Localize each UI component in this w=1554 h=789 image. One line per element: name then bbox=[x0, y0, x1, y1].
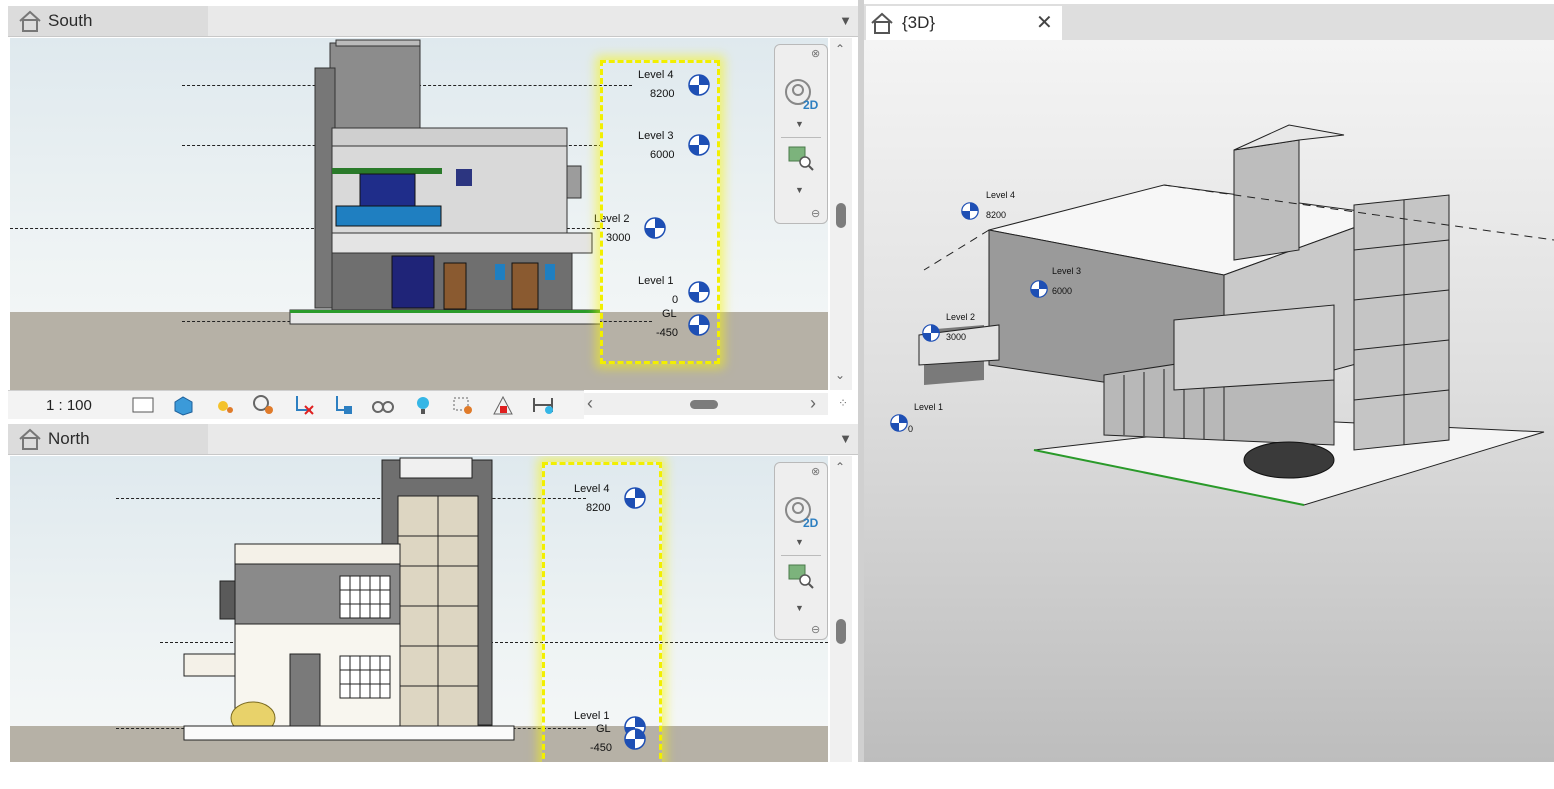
north-elevation-canvas[interactable]: Level 4 8200 Level 1 GL -450 ⊗ 2D ▼ ▼ ⊖ bbox=[10, 456, 828, 762]
south-view-titlebar[interactable]: South ▼ bbox=[8, 6, 858, 37]
3d-level-2-value: 3000 bbox=[946, 332, 967, 342]
south-elevation-canvas[interactable]: Level 4 8200 Level 3 6000 Level 2 3000 L… bbox=[10, 38, 828, 390]
chevron-down-icon[interactable]: ▼ bbox=[795, 119, 804, 129]
navbar-options-icon[interactable]: ⊖ bbox=[811, 623, 820, 636]
3d-level-4-name: Level 4 bbox=[986, 190, 1016, 200]
close-navbar-icon[interactable]: ⊗ bbox=[811, 47, 820, 60]
close-navbar-icon[interactable]: ⊗ bbox=[811, 465, 820, 478]
level-head-marker-icon[interactable] bbox=[1030, 280, 1048, 298]
3d-level-2-name: Level 2 bbox=[946, 312, 976, 322]
chevron-down-icon[interactable]: ▼ bbox=[795, 185, 804, 195]
chevron-down-icon[interactable]: ▼ bbox=[795, 537, 804, 547]
view-menu-dropdown-icon[interactable]: ▼ bbox=[839, 431, 852, 446]
level-head-marker-icon[interactable] bbox=[922, 324, 940, 342]
north-view-title: North bbox=[48, 429, 90, 448]
north-building-elevation bbox=[183, 457, 515, 741]
south-horizontal-scrollbar[interactable]: ‹ › bbox=[584, 393, 828, 415]
3d-level-1-value: 0 bbox=[908, 424, 914, 434]
chevron-left-icon[interactable]: ‹ bbox=[587, 393, 593, 414]
3d-view-canvas[interactable]: Level 4 8200 Level 3 6000 Level 2 3000 L… bbox=[864, 40, 1554, 762]
navbar-options-icon[interactable]: ⊖ bbox=[811, 207, 820, 220]
3d-level-3-value: 6000 bbox=[1052, 286, 1073, 296]
level-highlight-box bbox=[542, 462, 662, 762]
scroll-thumb[interactable] bbox=[836, 619, 846, 644]
north-view-titlebar[interactable]: North ▼ bbox=[8, 424, 858, 455]
3d-level-4-value: 8200 bbox=[986, 210, 1007, 220]
navigation-bar[interactable]: ⊗ 2D ▼ ▼ ⊖ bbox=[774, 462, 828, 640]
chevron-up-icon[interactable]: ⌃ bbox=[835, 42, 845, 56]
chevron-down-icon[interactable]: ⌄ bbox=[835, 368, 845, 382]
shadows-icon[interactable] bbox=[250, 394, 276, 416]
detail-level-icon[interactable] bbox=[130, 394, 156, 416]
scroll-thumb[interactable] bbox=[836, 203, 846, 228]
lighting-icon[interactable] bbox=[410, 394, 436, 416]
crop-view-icon[interactable] bbox=[290, 394, 316, 416]
navigation-bar[interactable]: ⊗ 2D ▼ ▼ ⊖ bbox=[774, 44, 828, 224]
south-view-title: South bbox=[48, 11, 93, 30]
home-icon bbox=[871, 12, 893, 34]
north-view-tab[interactable]: North bbox=[8, 424, 208, 454]
3d-view-tab[interactable]: {3D} ✕ bbox=[866, 6, 1062, 40]
3d-level-1-name: Level 1 bbox=[914, 402, 944, 412]
chevron-right-icon[interactable]: › bbox=[810, 393, 816, 414]
level-highlight-box bbox=[600, 60, 720, 364]
sun-path-icon[interactable] bbox=[210, 394, 236, 416]
view-control-bar: 1 : 100 bbox=[8, 390, 584, 419]
south-vertical-scrollbar[interactable]: ⌃ ⌄ bbox=[830, 38, 852, 390]
show-crop-region-icon[interactable] bbox=[330, 394, 356, 416]
zoom-region-icon[interactable] bbox=[787, 563, 815, 591]
close-icon[interactable]: ✕ bbox=[1036, 10, 1053, 35]
navbar-mode-label: 2D bbox=[803, 516, 819, 530]
scroll-thumb[interactable] bbox=[690, 400, 718, 409]
worksharing-icon[interactable] bbox=[490, 394, 516, 416]
home-icon bbox=[19, 10, 41, 32]
home-icon bbox=[19, 428, 41, 450]
level-head-marker-icon[interactable] bbox=[890, 414, 908, 432]
north-vertical-scrollbar[interactable]: ⌃ bbox=[830, 456, 852, 762]
level-head-marker-icon[interactable] bbox=[961, 202, 979, 220]
zoom-region-icon[interactable] bbox=[787, 145, 815, 173]
3d-level-3-name: Level 3 bbox=[1052, 266, 1082, 276]
navbar-divider bbox=[781, 555, 821, 556]
3d-building-model bbox=[918, 124, 1554, 506]
south-view-tab[interactable]: South bbox=[8, 6, 208, 36]
view-scale[interactable]: 1 : 100 bbox=[46, 397, 92, 414]
analytical-model-icon[interactable] bbox=[530, 394, 556, 416]
visual-style-icon[interactable] bbox=[170, 394, 196, 416]
south-building-elevation bbox=[289, 39, 600, 325]
bottom-margin bbox=[0, 762, 1554, 789]
chevron-up-icon[interactable]: ⌃ bbox=[835, 460, 845, 474]
resize-grip-icon[interactable]: ⁘ bbox=[838, 396, 848, 410]
navbar-mode-label: 2D bbox=[803, 98, 819, 112]
chevron-down-icon[interactable]: ▼ bbox=[795, 603, 804, 613]
3d-view-title: {3D} bbox=[902, 13, 936, 32]
view-menu-dropdown-icon[interactable]: ▼ bbox=[839, 13, 852, 28]
navbar-divider bbox=[781, 137, 821, 138]
reveal-hidden-icon[interactable] bbox=[450, 394, 476, 416]
temporary-hide-icon[interactable] bbox=[370, 394, 396, 416]
